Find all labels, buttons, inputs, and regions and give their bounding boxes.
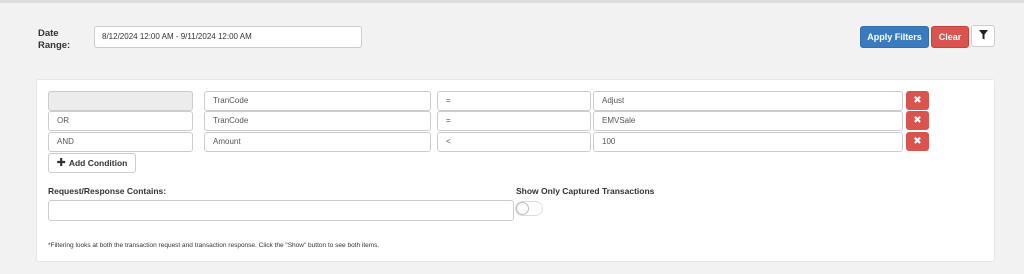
captured-only-label: Show Only Captured Transactions — [516, 186, 655, 196]
date-range-label: Date Range: — [38, 28, 71, 51]
condition-operator-select[interactable]: = — [437, 91, 591, 111]
condition-logic-select[interactable] — [48, 91, 193, 111]
filter-toggle-button[interactable] — [971, 25, 995, 47]
apply-filters-button[interactable]: Apply Filters — [860, 26, 929, 48]
toggle-knob — [516, 202, 529, 215]
condition-value-input[interactable]: Adjust — [593, 91, 903, 111]
request-response-label: Request/Response Contains: — [48, 186, 167, 196]
condition-field-select[interactable]: TranCode — [204, 111, 431, 131]
condition-value-input[interactable]: EMVSale — [593, 111, 903, 131]
condition-logic-select[interactable]: AND — [48, 132, 193, 152]
close-icon: ✖ — [913, 95, 922, 106]
condition-value-input[interactable]: 100 — [593, 132, 903, 152]
date-range-input[interactable]: 8/12/2024 12:00 AM - 9/11/2024 12:00 AM — [94, 26, 362, 48]
condition-logic-select[interactable]: OR — [48, 111, 193, 131]
condition-field-select[interactable]: Amount — [204, 132, 431, 152]
close-icon: ✖ — [913, 115, 922, 126]
delete-condition-button[interactable]: ✖ — [906, 91, 929, 110]
condition-field-select[interactable]: TranCode — [204, 91, 431, 111]
condition-operator-select[interactable]: = — [437, 111, 591, 131]
captured-only-toggle[interactable] — [515, 201, 543, 216]
top-border — [0, 0, 1024, 3]
add-condition-label: Add Condition — [68, 158, 128, 168]
filter-note: *Filtering looks at both the transaction… — [48, 242, 380, 249]
close-icon: ✖ — [913, 136, 922, 147]
delete-condition-button[interactable]: ✖ — [906, 132, 929, 151]
request-response-input[interactable] — [48, 200, 514, 221]
condition-operator-select[interactable]: < — [437, 132, 591, 152]
plus-icon: ✚ — [56, 157, 66, 169]
clear-button[interactable]: Clear — [931, 26, 969, 48]
filter-icon — [978, 30, 988, 42]
delete-condition-button[interactable]: ✖ — [906, 111, 929, 130]
add-condition-button[interactable]: ✚ Add Condition — [48, 153, 136, 173]
